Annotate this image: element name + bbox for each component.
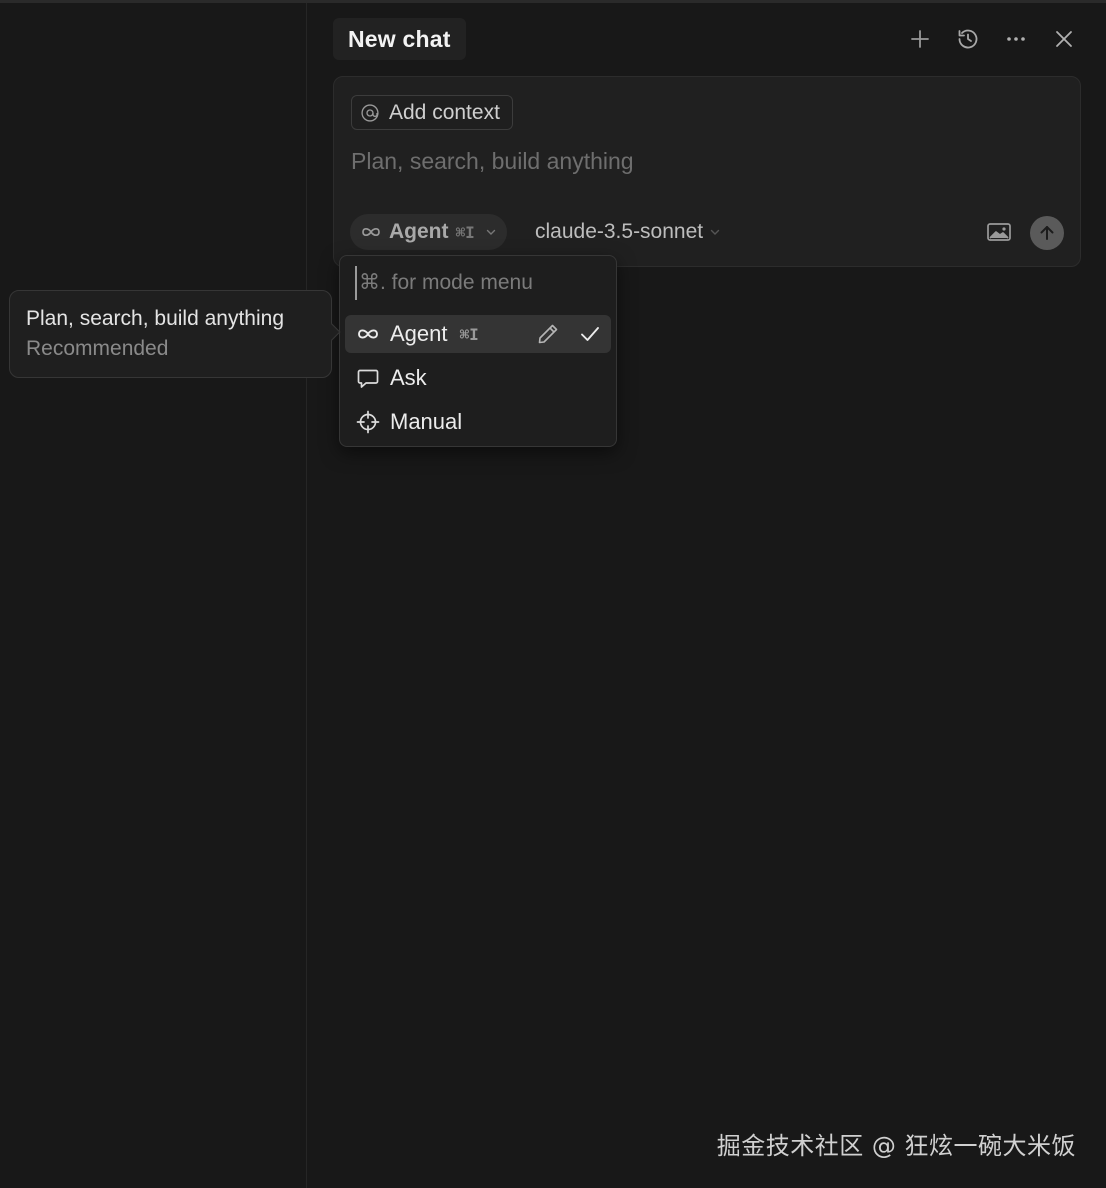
mode-tooltip: Plan, search, build anything Recommended [9, 290, 332, 378]
history-button[interactable] [954, 22, 982, 56]
mode-selector-button[interactable]: Agent ⌘I [350, 214, 507, 250]
menu-item-label: Manual [390, 409, 463, 434]
crosshair-icon [356, 410, 380, 434]
send-button[interactable] [1030, 216, 1064, 250]
new-chat-button[interactable] [906, 22, 934, 56]
tooltip-subtitle: Recommended [26, 337, 169, 360]
chevron-down-icon [486, 229, 495, 235]
model-label: claude-3.5-sonnet [535, 220, 704, 243]
header-actions [906, 22, 1078, 56]
tab-title: New chat [348, 25, 451, 52]
mode-menu-search[interactable] [355, 266, 605, 300]
at-icon [361, 103, 379, 122]
more-button[interactable] [1002, 22, 1030, 56]
mode-label: Agent [389, 220, 449, 243]
history-icon [958, 29, 978, 49]
add-context-button[interactable]: Add context [351, 95, 513, 130]
menu-item-label: Agent [390, 321, 448, 346]
menu-item-manual[interactable]: Manual [345, 403, 611, 441]
pencil-icon[interactable] [536, 322, 560, 346]
add-context-label: Add context [389, 100, 500, 124]
close-button[interactable] [1050, 22, 1078, 56]
mode-menu: Agent ⌘I Ask [339, 255, 617, 447]
prompt-input[interactable] [351, 141, 1051, 181]
chevron-down-icon [710, 229, 720, 235]
image-icon[interactable] [986, 220, 1012, 244]
menu-item-shortcut: ⌘I [459, 324, 479, 344]
mode-shortcut: ⌘I [455, 222, 475, 242]
model-selector[interactable]: claude-3.5-sonnet [535, 214, 721, 250]
menu-item-agent[interactable]: Agent ⌘I [345, 315, 611, 353]
left-panel [0, 3, 307, 1188]
infinity-icon [356, 322, 380, 346]
plus-icon [911, 30, 929, 48]
ellipsis-icon [1007, 37, 1025, 41]
arrow-up-icon [1040, 226, 1054, 240]
menu-item-ask[interactable]: Ask [345, 359, 611, 397]
tab-new-chat[interactable]: New chat [333, 18, 466, 60]
chat-composer: Add context Agent ⌘I claude-3.5-sonnet [333, 76, 1081, 267]
infinity-icon [362, 227, 380, 237]
tooltip-title: Plan, search, build anything [26, 307, 284, 330]
menu-item-label: Ask [390, 365, 427, 390]
watermark: 掘金技术社区 @ 狂炫一碗大米饭 [716, 1132, 1076, 1160]
close-icon [1056, 31, 1072, 47]
app-root: New chat Add context Plan, search, build… [0, 0, 1106, 1188]
chat-bubble-icon [356, 366, 380, 390]
check-icon [581, 327, 599, 341]
